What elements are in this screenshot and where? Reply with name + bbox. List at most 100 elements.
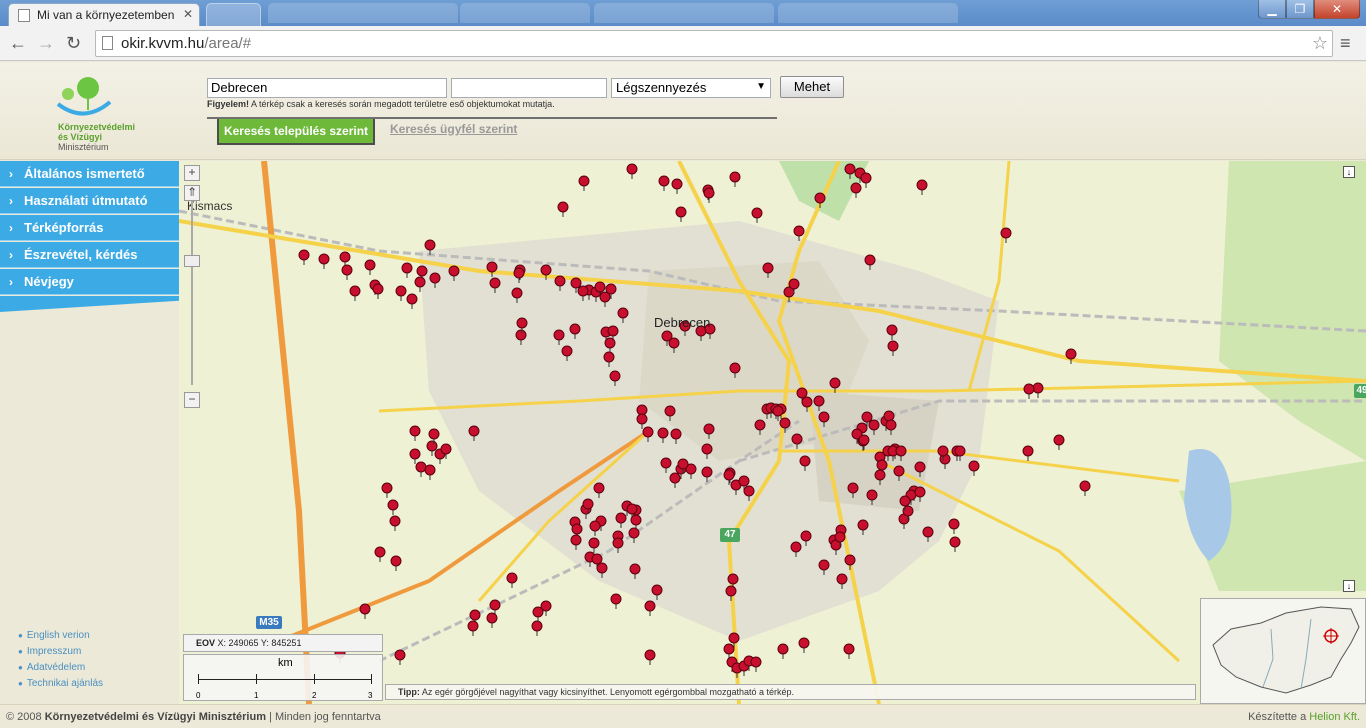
zoom-out-button[interactable]: − (184, 392, 200, 408)
tab-search-by-client[interactable]: Keresés ügyfél szerint (390, 122, 517, 136)
pollution-marker[interactable] (1032, 382, 1044, 398)
city-label: Debrecen (654, 315, 711, 330)
pollution-marker[interactable] (409, 448, 421, 464)
pollution-marker[interactable] (948, 518, 960, 534)
tip-label: Tipp: (398, 687, 420, 697)
tab-search-by-place[interactable]: Keresés település szerint (217, 119, 375, 145)
zoom-slider-handle[interactable] (184, 255, 200, 267)
pollution-marker[interactable] (703, 187, 715, 203)
browser-menu-icon[interactable]: ≡ (1340, 33, 1351, 54)
browser-tab-active[interactable]: Mi van a környezetemben ✕ (8, 3, 200, 26)
pollution-marker[interactable] (578, 175, 590, 191)
zoom-track[interactable] (191, 185, 193, 385)
pollution-marker[interactable] (531, 620, 543, 636)
ministry-logo-icon (56, 77, 112, 116)
site-header: Környezetvédelmi és Vízügyi Minisztérium… (0, 62, 1366, 160)
pollution-marker[interactable] (415, 461, 427, 477)
pollution-marker[interactable] (1022, 445, 1034, 461)
new-tab-button[interactable] (206, 3, 261, 26)
link-privacy[interactable]: ● Adatvédelem (18, 662, 85, 673)
nav-item-map-source[interactable]: › Térképforrás (0, 215, 179, 241)
nav-item-about[interactable]: › Névjegy (0, 269, 179, 295)
place-search-input[interactable]: Debrecen (207, 78, 447, 98)
bullet-icon: ● (18, 663, 23, 672)
pollution-marker[interactable] (626, 163, 638, 179)
pollution-marker[interactable] (381, 482, 393, 498)
pollution-marker[interactable] (318, 253, 330, 269)
pollution-marker[interactable] (777, 643, 789, 659)
layer-switcher-icon[interactable]: ↓ (1343, 166, 1355, 178)
pollution-marker[interactable] (658, 175, 670, 191)
pollution-marker[interactable] (1079, 480, 1091, 496)
overview-map[interactable] (1200, 598, 1366, 704)
pollution-marker[interactable] (750, 656, 762, 672)
pollution-marker[interactable] (1023, 383, 1035, 399)
nav-item-label: Észrevétel, kérdés (24, 247, 138, 262)
pollution-marker[interactable] (532, 606, 544, 622)
coordinate-readout: EOV X: 249065 Y: 845251 (183, 634, 383, 652)
window-maximize-button[interactable]: ❐ (1286, 0, 1314, 19)
pollution-marker[interactable] (406, 293, 418, 309)
pollution-marker[interactable] (394, 649, 406, 665)
nav-item-user-guide[interactable]: › Használati útmutató (0, 188, 179, 214)
pollution-marker[interactable] (843, 643, 855, 659)
pollution-marker[interactable] (860, 172, 872, 188)
link-impressum[interactable]: ● Impresszum (18, 646, 81, 657)
forward-arrow-icon[interactable]: → (37, 32, 55, 54)
pollution-marker[interactable] (916, 179, 928, 195)
overview-toggle-icon[interactable]: ↓ (1343, 580, 1355, 592)
pollution-marker[interactable] (349, 285, 361, 301)
reload-icon[interactable]: ↻ (66, 32, 81, 54)
pollution-marker[interactable] (374, 546, 386, 562)
pollution-marker[interactable] (557, 201, 569, 217)
chevron-right-icon: › (9, 167, 13, 181)
pollution-marker[interactable] (389, 515, 401, 531)
back-arrow-icon[interactable]: ← (9, 32, 27, 54)
pollution-marker[interactable] (751, 207, 763, 223)
pollution-marker[interactable] (506, 572, 518, 588)
nav-item-overview[interactable]: › Általános ismertető (0, 161, 179, 187)
pollution-marker[interactable] (372, 283, 384, 299)
pollution-marker[interactable] (949, 536, 961, 552)
pollution-marker[interactable] (341, 264, 353, 280)
nav-item-feedback[interactable]: › Észrevétel, kérdés (0, 242, 179, 268)
credit-link[interactable]: Helion Kft. (1309, 711, 1360, 723)
zoom-in-button[interactable]: + (184, 165, 200, 181)
background-window-tab (460, 3, 590, 23)
pollution-marker[interactable] (486, 612, 498, 628)
pollution-marker[interactable] (390, 555, 402, 571)
pollution-marker[interactable] (364, 259, 376, 275)
window-close-button[interactable]: ✕ (1314, 0, 1360, 19)
pollution-marker[interactable] (644, 649, 656, 665)
link-technical[interactable]: ● Technikai ajánlás (18, 678, 103, 689)
pollution-marker[interactable] (387, 499, 399, 515)
go-button[interactable]: Mehet (780, 76, 844, 98)
tab-close-icon[interactable]: ✕ (183, 7, 193, 21)
window-minimize-button[interactable]: ▁ (1258, 0, 1286, 19)
pollution-marker[interactable] (409, 425, 421, 441)
pollution-marker[interactable] (401, 262, 413, 278)
client-search-input[interactable] (451, 78, 607, 98)
pollution-marker[interactable] (850, 182, 862, 198)
pollution-marker[interactable] (671, 178, 683, 194)
pollution-marker[interactable] (798, 637, 810, 653)
pollution-marker[interactable] (298, 249, 310, 265)
pollution-marker[interactable] (729, 171, 741, 187)
pollution-marker[interactable] (610, 593, 622, 609)
address-bar[interactable]: okir.kvvm.hu/area/# ☆ (95, 30, 1333, 57)
bookmark-star-icon[interactable]: ☆ (1312, 33, 1328, 54)
map-view[interactable]: Kismacs Debrecen M35 47 49 + ⇑ − ↓ EOV X… (179, 161, 1366, 704)
pollution-marker[interactable] (359, 603, 371, 619)
pollution-marker[interactable] (395, 285, 407, 301)
scale-tick (198, 674, 199, 684)
site-footer: © 2008 Környezetvédelmi és Vízügyi Minis… (0, 704, 1366, 728)
link-english[interactable]: ● English verion (18, 630, 90, 641)
pollution-marker[interactable] (467, 620, 479, 636)
pollution-marker[interactable] (1053, 434, 1065, 450)
pan-up-button[interactable]: ⇑ (184, 185, 200, 201)
pollution-marker[interactable] (675, 206, 687, 222)
theme-select[interactable]: Légszennyezés ▼ (611, 78, 771, 98)
pollution-marker[interactable] (644, 600, 656, 616)
map-canvas[interactable] (179, 161, 1366, 704)
pollution-marker[interactable] (424, 464, 436, 480)
